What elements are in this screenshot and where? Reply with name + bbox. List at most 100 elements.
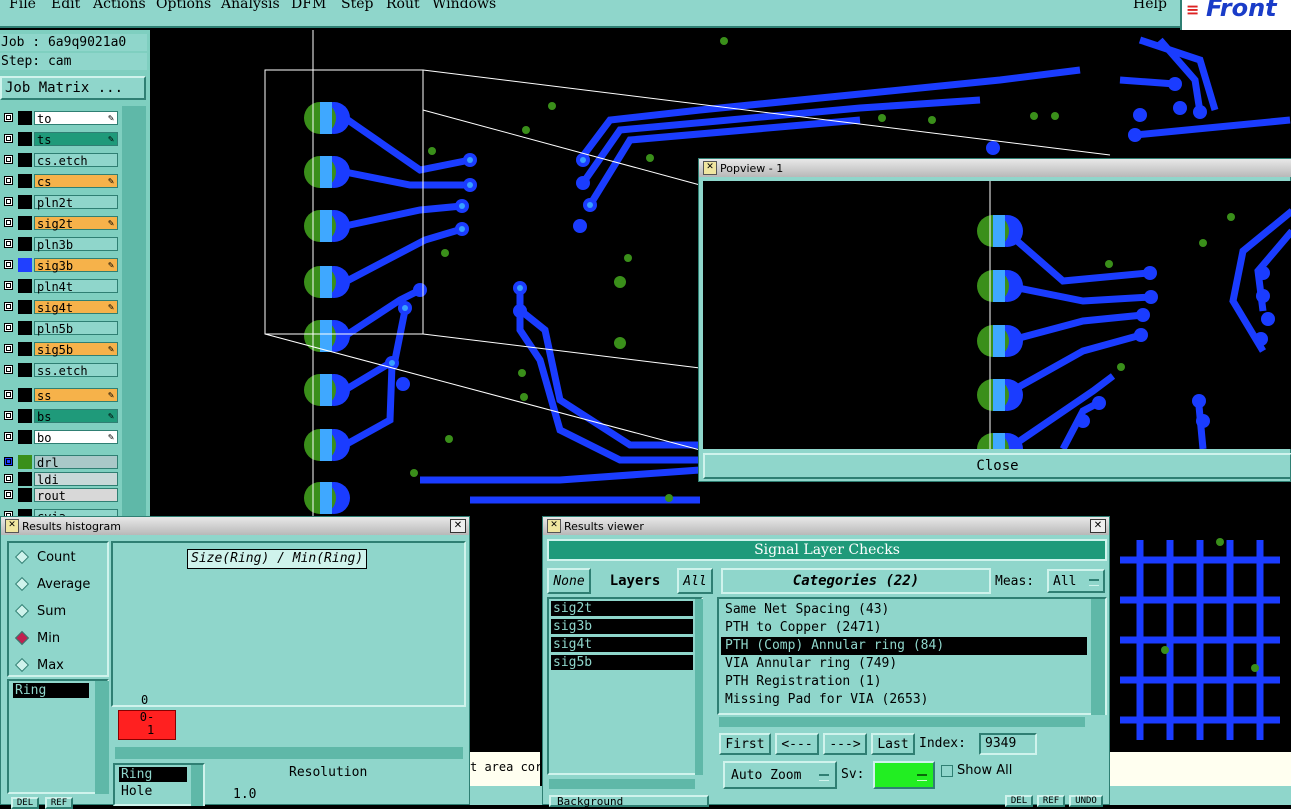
layer-color-swatch[interactable] — [18, 471, 32, 486]
refresh-button[interactable]: REF — [1037, 795, 1065, 807]
attr2-item-ring[interactable]: Ring — [119, 767, 187, 782]
radio-diamond-icon[interactable] — [14, 549, 30, 565]
layer-name[interactable]: pln2t — [34, 195, 118, 210]
layer-row-sig2t[interactable]: sig2t ✎ — [0, 215, 118, 231]
menu-file[interactable]: File — [9, 0, 36, 12]
layer-checkbox[interactable] — [4, 365, 13, 374]
layer-color-swatch[interactable] — [18, 153, 32, 167]
layer-color-swatch[interactable] — [18, 409, 32, 423]
categories-scrollbar[interactable] — [1091, 599, 1105, 715]
job-matrix-button[interactable]: Job Matrix ... — [0, 76, 146, 100]
layer-name[interactable]: to ✎ — [34, 111, 118, 126]
attr2-item-hole[interactable]: Hole — [119, 784, 152, 799]
layer-color-swatch[interactable] — [18, 388, 32, 402]
next-button[interactable]: ---> — [823, 733, 867, 755]
layer-color-swatch[interactable] — [18, 237, 32, 251]
viewer-titlebar[interactable]: ✕ Results viewer ✕ — [543, 517, 1109, 535]
layer-name[interactable]: sig4t ✎ — [34, 300, 118, 315]
layer-row-pln2t[interactable]: pln2t — [0, 194, 118, 210]
close-icon[interactable]: ✕ — [450, 519, 466, 533]
radio-diamond-icon[interactable] — [14, 657, 30, 673]
radio-diamond-icon[interactable] — [14, 630, 30, 646]
delete-button[interactable]: DEL — [1005, 795, 1033, 807]
index-input[interactable]: 9349 — [979, 733, 1037, 755]
mode-radio-average[interactable]: Average — [13, 574, 90, 594]
window-menu-icon[interactable]: ✕ — [547, 519, 561, 533]
menu-options[interactable]: Options — [156, 0, 211, 12]
layer-row-rout[interactable]: rout — [0, 487, 118, 503]
layer-name[interactable]: ts ✎ — [34, 132, 118, 147]
layer-checkbox[interactable] — [4, 490, 13, 499]
resolution-value[interactable]: 1.0 — [233, 787, 256, 802]
popview-close-button[interactable]: Close — [703, 453, 1291, 479]
menu-help[interactable]: Help — [1133, 0, 1167, 12]
layer-row-sig4t[interactable]: sig4t ✎ — [0, 299, 118, 315]
popview-titlebar[interactable]: ✕ Popview - 1 — [699, 159, 1291, 177]
layer-row-cs[interactable]: cs ✎ — [0, 173, 118, 189]
layer-checkbox[interactable] — [4, 218, 13, 227]
result-layer-item[interactable]: sig4t — [551, 637, 693, 652]
layer-checkbox[interactable] — [4, 176, 13, 185]
attr-scrollbar[interactable] — [95, 681, 109, 794]
menu-step[interactable]: Step — [341, 0, 373, 12]
sv-color-select[interactable] — [873, 761, 935, 789]
close-icon[interactable]: ✕ — [1090, 519, 1106, 533]
result-layer-item[interactable]: sig5b — [551, 655, 693, 670]
layer-row-cs-etch[interactable]: cs.etch — [0, 152, 118, 168]
layer-color-swatch[interactable] — [18, 342, 32, 356]
layer-name[interactable]: bo ✎ — [34, 430, 118, 445]
layer-checkbox[interactable] — [4, 390, 13, 399]
menu-rout[interactable]: Rout — [386, 0, 420, 12]
category-item[interactable]: PTH Registration (1) — [721, 673, 1087, 691]
layer-checkbox[interactable] — [4, 239, 13, 248]
layer-row-pln4t[interactable]: pln4t — [0, 278, 118, 294]
layer-row-to[interactable]: to ✎ — [0, 110, 118, 126]
layer-checkbox[interactable] — [4, 411, 13, 420]
layer-checkbox[interactable] — [4, 302, 13, 311]
radio-diamond-icon[interactable] — [14, 603, 30, 619]
layer-row-ss-etch[interactable]: ss.etch — [0, 362, 118, 378]
layer-color-swatch[interactable] — [18, 455, 32, 469]
attr-item-ring[interactable]: Ring — [13, 683, 89, 698]
layers-none-button[interactable]: None — [547, 568, 591, 594]
layer-row-bo[interactable]: bo ✎ — [0, 429, 118, 445]
delete-button[interactable]: DEL — [11, 797, 39, 809]
layer-checkbox[interactable] — [4, 134, 13, 143]
layer-color-swatch[interactable] — [18, 300, 32, 314]
layer-row-ss[interactable]: ss ✎ — [0, 387, 118, 403]
menu-actions[interactable]: Actions — [93, 0, 146, 12]
layer-color-swatch[interactable] — [18, 174, 32, 188]
layer-color-swatch[interactable] — [18, 195, 32, 209]
category-item[interactable]: PTH (Comp) Annular ring (84) — [721, 637, 1087, 655]
layer-results-scrollbar[interactable] — [695, 599, 703, 775]
menu-windows[interactable]: Windows — [432, 0, 496, 12]
layer-checkbox[interactable] — [4, 432, 13, 441]
category-item[interactable]: Same Net Spacing (43) — [721, 601, 1087, 619]
layer-row-drl[interactable]: drl — [0, 454, 118, 470]
layer-color-swatch[interactable] — [18, 279, 32, 293]
layer-color-swatch[interactable] — [18, 488, 32, 502]
refresh-button[interactable]: REF — [45, 797, 73, 809]
histogram-bar[interactable]: 0- 1 — [118, 710, 176, 740]
layer-row-sig5b[interactable]: sig5b ✎ — [0, 341, 118, 357]
category-item[interactable]: Missing Pad for VIA (2653) — [721, 691, 1087, 709]
mode-radio-sum[interactable]: Sum — [13, 601, 66, 621]
popview-canvas[interactable] — [703, 181, 1291, 449]
meas-select[interactable]: All — [1047, 569, 1105, 593]
histogram-h-scrollbar[interactable] — [115, 747, 463, 759]
layer-checkbox[interactable] — [4, 344, 13, 353]
layer-name[interactable]: cs ✎ — [34, 174, 118, 189]
layer-checkbox[interactable] — [4, 281, 13, 290]
prev-button[interactable]: <--- — [775, 733, 819, 755]
histogram-titlebar[interactable]: ✕ Results histogram ✕ — [1, 517, 469, 535]
layer-name[interactable]: cs.etch — [34, 153, 118, 168]
layer-name[interactable]: ss.etch — [34, 363, 118, 378]
layer-name[interactable]: sig2t ✎ — [34, 216, 118, 231]
layer-name[interactable]: pln5b — [34, 321, 118, 336]
layer-row-bs[interactable]: bs ✎ — [0, 408, 118, 424]
menu-dfm[interactable]: DFM — [291, 0, 326, 12]
radio-diamond-icon[interactable] — [14, 576, 30, 592]
mode-radio-max[interactable]: Max — [13, 655, 64, 675]
undo-button[interactable]: UNDO — [1069, 795, 1103, 807]
layer-results-h-scrollbar[interactable] — [549, 779, 695, 789]
